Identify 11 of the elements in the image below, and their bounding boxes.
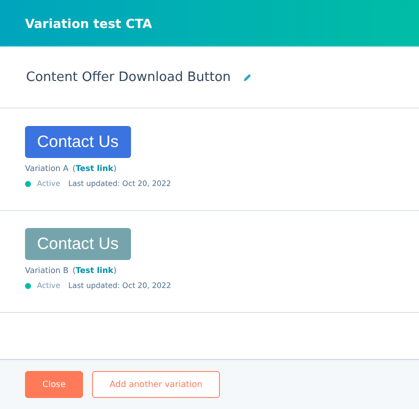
add-variation-button[interactable]: Add another variation [92, 371, 220, 398]
test-link[interactable]: (Test link) [72, 164, 116, 173]
pencil-icon[interactable] [242, 72, 252, 82]
close-button[interactable]: Close [25, 371, 83, 398]
cta-name: Content Offer Download Button [26, 70, 231, 84]
test-link[interactable]: (Test link) [72, 266, 116, 275]
variation-name: Variation B [25, 266, 69, 275]
cta-button[interactable]: Contact Us [25, 126, 131, 158]
cta-button[interactable]: Contact Us [25, 228, 131, 260]
dialog-title: Variation test CTA [25, 16, 152, 30]
variation-name: Variation A [25, 164, 69, 173]
